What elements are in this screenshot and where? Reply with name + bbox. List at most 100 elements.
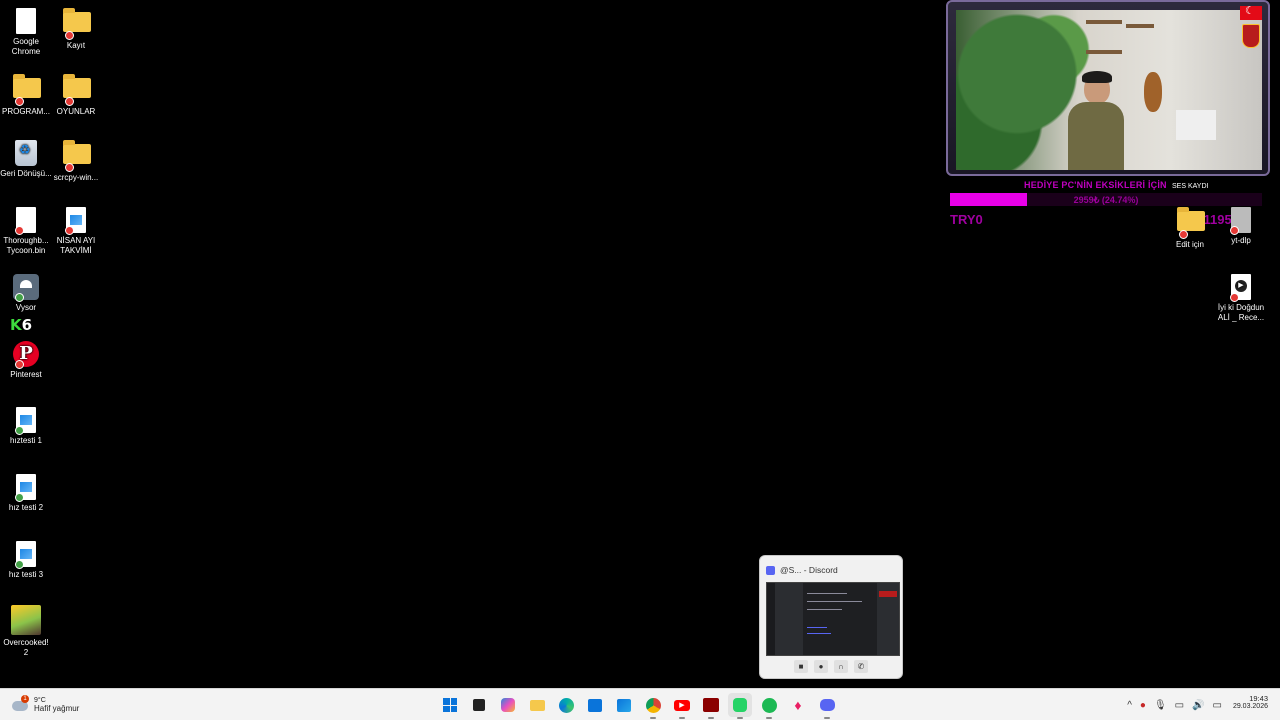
camera-icon[interactable]: ■ (794, 660, 808, 673)
recycle-bin-icon (15, 140, 37, 166)
store-icon (588, 698, 602, 712)
sync-ok-icon (15, 293, 24, 302)
discord-button[interactable] (815, 693, 839, 719)
preview-title: @S... - Discord (780, 565, 838, 575)
mic-icon[interactable]: 🎙 (1154, 700, 1167, 711)
sync-error-icon (1179, 230, 1188, 239)
weather-temp: 9°C (34, 697, 46, 704)
icon-label: Thoroughb... Tycoon.bin (3, 236, 49, 255)
security-icon[interactable]: ● (1140, 700, 1146, 711)
chrome-button[interactable] (641, 693, 665, 719)
youtube-button[interactable]: ▶ (670, 693, 694, 719)
sync-ok-icon (15, 426, 24, 435)
store-button[interactable] (583, 693, 607, 717)
chevron-up-icon[interactable]: ^ (1127, 700, 1132, 711)
headphones-icon[interactable]: ∩ (834, 660, 848, 673)
turkey-flag-icon (1240, 4, 1262, 20)
outlook-button[interactable] (612, 693, 636, 717)
sync-error-icon (65, 163, 74, 172)
chrome-icon (645, 697, 661, 713)
icon-label: PROGRAM... (1, 107, 50, 116)
icon-label: OYUNLAR (56, 107, 96, 116)
ses-kaydi-label: SES KAYDI (1172, 183, 1209, 190)
folder-icon (1177, 207, 1205, 231)
desktop-icon-thoroughbred-tycoon[interactable]: Thoroughb... Tycoon.bin (0, 207, 52, 256)
icon-label: Edit için (1175, 240, 1204, 249)
start-button[interactable] (438, 693, 462, 717)
icon-label: hıztesti 1 (9, 436, 42, 445)
windows-icon (443, 698, 457, 712)
desktop-icon-google-chrome[interactable]: Google Chrome (0, 8, 52, 57)
folder-icon (63, 74, 91, 98)
desktop-icon-nisan-takvimi[interactable]: NİSAN AYI TAKVİMİ (50, 207, 102, 256)
copilot-button[interactable] (496, 693, 520, 717)
mic-icon[interactable]: ● (814, 660, 828, 673)
icon-label: Vysor (15, 303, 37, 312)
emblem-icon (1242, 24, 1260, 48)
discord-window-thumbnail[interactable] (766, 582, 900, 656)
icon-label: hız testi 2 (8, 503, 44, 512)
spotify-button[interactable] (757, 693, 781, 719)
outlook-icon (617, 698, 631, 712)
sync-error-icon (15, 97, 24, 106)
icon-label: scrcpy-win... (53, 173, 99, 182)
desktop-icon-hiztesti-1[interactable]: hıztesti 1 (0, 407, 52, 446)
taskbar: 1 9°C Hafif yağmur ▶ ♦ ^ ● 🎙 ▭ 🔊 ▭ 19:43… (0, 688, 1280, 720)
folder-icon (63, 8, 91, 32)
battery-icon[interactable]: ▭ (1213, 700, 1222, 711)
sync-error-icon (15, 226, 24, 235)
obs-stream-button[interactable] (699, 693, 723, 719)
red-app-button[interactable]: ♦ (786, 693, 810, 717)
edge-button[interactable] (554, 693, 578, 717)
icon-label: yt-dlp (1231, 236, 1251, 245)
network-icon[interactable]: ▭ (1175, 700, 1184, 711)
whatsapp-icon (733, 698, 747, 712)
stream-app-icon (703, 698, 719, 712)
desktop-icon-pinterest[interactable]: P Pinterest (0, 341, 52, 380)
webcam-feed (956, 10, 1262, 170)
desktop-icon-overcooked-2[interactable]: Overcooked! 2 (0, 605, 52, 658)
file-explorer-button[interactable] (525, 693, 549, 717)
icon-label: Pinterest (10, 370, 42, 379)
task-view-button[interactable] (467, 693, 491, 717)
hangup-icon[interactable]: ✆ (854, 660, 868, 673)
weather-icon: 1 (12, 695, 29, 713)
desktop-icon-yt-dlp[interactable]: yt-dlp (1215, 207, 1267, 246)
k6-label: 6 (21, 316, 33, 334)
icon-label: İyi ki Doğdun ALİ _ Rece... (1217, 303, 1265, 322)
overcooked-game-icon (11, 605, 41, 635)
desktop-icon-iyi-ki-dogdun[interactable]: ▶ İyi ki Doğdun ALİ _ Rece... (1215, 274, 1267, 323)
desktop-icon-kayit[interactable]: Kayıt (50, 8, 102, 51)
donation-goal-title: HEDİYE PC'NİN EKSİKLERİ İÇİN (1024, 180, 1167, 190)
discord-icon (819, 699, 835, 711)
desktop-icon-vysor[interactable]: Vysor (0, 274, 52, 313)
clock[interactable]: 19:43 29.03.2026 (1233, 694, 1268, 710)
weather-widget[interactable]: 1 9°C Hafif yağmur (12, 693, 79, 717)
discord-taskbar-preview[interactable]: @S... - Discord ■ ● ∩ ✆ (759, 555, 903, 679)
guitar (1144, 72, 1162, 112)
clock-date: 29.03.2026 (1232, 703, 1268, 710)
icon-label: Google Chrome (11, 37, 41, 56)
desktop-icon-hiz-testi-2[interactable]: hız testi 2 (0, 474, 52, 513)
desktop-icon-oyunlar[interactable]: OYUNLAR (50, 74, 102, 117)
taskbar-apps: ▶ ♦ (438, 693, 839, 719)
desktop-icon-edit-icin[interactable]: Edit için (1164, 207, 1216, 250)
sync-error-icon (65, 97, 74, 106)
clock-time: 19:43 (1249, 694, 1268, 703)
desktop-icon-program[interactable]: PROGRAM... (0, 74, 52, 117)
whatsapp-button[interactable] (728, 693, 752, 719)
sync-error-icon (15, 360, 24, 369)
volume-icon[interactable]: 🔊 (1192, 700, 1204, 711)
try-left-amount: TRY0 (950, 212, 983, 227)
youtube-icon: ▶ (674, 699, 690, 711)
icon-label: Kayıt (66, 41, 86, 50)
desktop-icon-hiz-testi-3[interactable]: hız testi 3 (0, 541, 52, 580)
system-tray: ^ ● 🎙 ▭ 🔊 ▭ (1127, 693, 1222, 717)
weather-alert-badge: 1 (21, 695, 29, 703)
sync-error-icon (1230, 293, 1239, 302)
desktop-icon-recycle-bin[interactable]: Geri Dönüşü... (0, 140, 52, 179)
icon-label: hız testi 3 (8, 570, 44, 579)
k6-icon[interactable]: K6 (10, 316, 32, 334)
sync-ok-icon (15, 493, 24, 502)
desktop-icon-scrcpy[interactable]: scrcpy-win... (50, 140, 102, 183)
